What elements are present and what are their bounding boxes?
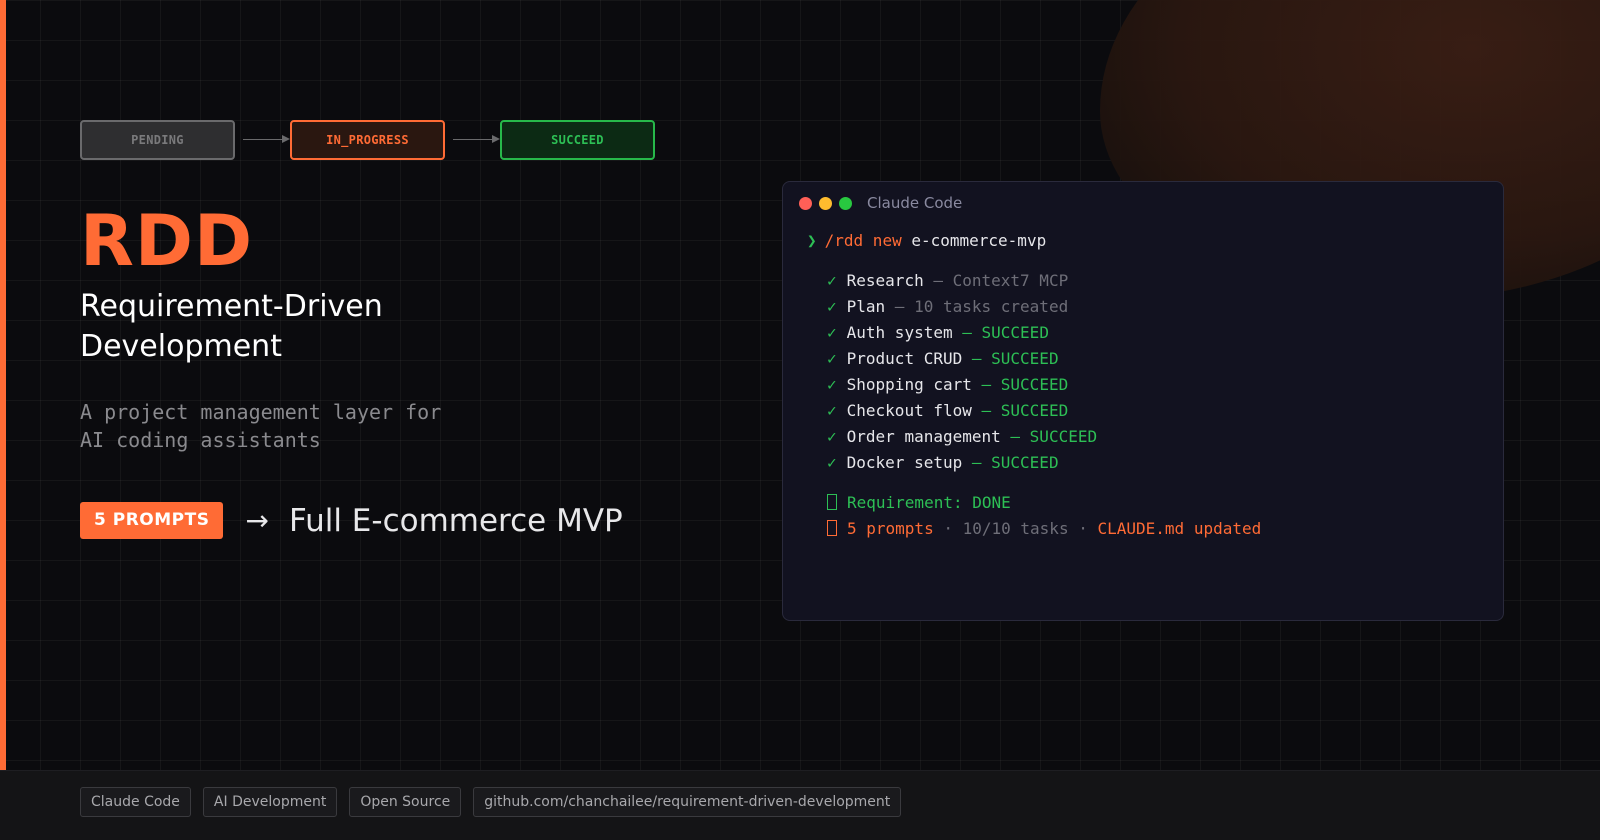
status-succeed: SUCCEED xyxy=(500,120,655,160)
task-separator: — xyxy=(971,401,1001,420)
status-box-icon xyxy=(827,494,837,510)
task-list: ✓ Research — Context7 MCP ✓ Plan — 10 task… xyxy=(807,268,1261,476)
prompts-badge: 5 PROMPTS xyxy=(80,502,224,539)
tag-open-source: Open Source xyxy=(349,787,462,817)
task-separator: — xyxy=(923,271,953,290)
check-icon: ✓ xyxy=(827,323,837,342)
check-icon: ✓ xyxy=(827,271,837,290)
check-icon: ✓ xyxy=(827,427,837,446)
terminal-window: Claude Code ❯ /rdd new e-commerce-mvp ✓ Re… xyxy=(782,181,1504,621)
summary-done: Requirement: DONE xyxy=(847,493,1011,512)
task-line: ✓ Product CRUD — SUCCEED xyxy=(827,346,1261,372)
terminal-title: Claude Code xyxy=(867,194,963,212)
task-name: Order management xyxy=(846,427,1001,446)
check-icon: ✓ xyxy=(827,401,837,420)
task-name: Checkout flow xyxy=(846,401,972,420)
task-status: SUCCEED xyxy=(981,323,1049,342)
page-subtitle: Requirement-Driven Development xyxy=(80,287,500,367)
task-line: ✓ Shopping cart — SUCCEED xyxy=(827,372,1261,398)
command-argument: e-commerce-mvp xyxy=(911,231,1047,250)
check-icon: ✓ xyxy=(827,375,837,394)
pipeline-arrow-icon xyxy=(235,135,290,143)
task-detail: Context7 MCP xyxy=(952,271,1069,290)
task-line: ✓ Checkout flow — SUCCEED xyxy=(827,398,1261,424)
tag-ai-development: AI Development xyxy=(202,787,338,817)
task-name: Research xyxy=(846,271,924,290)
close-dot-icon xyxy=(799,196,812,210)
task-name: Product CRUD xyxy=(846,349,963,368)
command: /rdd new xyxy=(824,231,902,250)
task-name: Auth system xyxy=(846,323,953,342)
task-status: SUCCEED xyxy=(1000,375,1069,394)
summary-claude: CLAUDE.md updated xyxy=(1097,519,1262,538)
check-icon: ✓ xyxy=(827,297,837,316)
prompts-result: Full E-commerce MVP xyxy=(288,502,623,539)
description: A project management layer for AI coding… xyxy=(80,398,441,454)
task-line: ✓ Research — Context7 MCP xyxy=(827,268,1261,294)
task-separator: — xyxy=(971,375,1001,394)
summary-separator: · xyxy=(933,519,963,538)
maximize-dot-icon xyxy=(839,196,852,210)
task-name: Shopping cart xyxy=(846,375,972,394)
status-pipeline: PENDING IN_PROGRESS SUCCEED xyxy=(80,120,655,160)
tag-github-url[interactable]: github.com/chanchailee/requirement-drive… xyxy=(473,787,902,817)
terminal-body: ❯ /rdd new e-commerce-mvp ✓ Research — Con… xyxy=(807,228,1261,542)
arrow-right-icon: → xyxy=(245,504,269,537)
task-line: ✓ Auth system — SUCCEED xyxy=(827,320,1261,346)
tag-list: Claude Code AI Development Open Source g… xyxy=(80,787,913,817)
subtitle-line: Requirement-Driven xyxy=(80,289,383,324)
task-status: SUCCEED xyxy=(1000,401,1069,420)
check-icon: ✓ xyxy=(827,453,837,472)
task-name: Plan xyxy=(846,297,886,316)
task-line: ✓ Docker setup — SUCCEED xyxy=(827,450,1261,476)
footer: Claude Code AI Development Open Source g… xyxy=(0,770,1600,840)
task-line: ✓ Order management — SUCCEED xyxy=(827,424,1261,450)
subtitle-line: Development xyxy=(80,329,282,364)
summary-stats-line: 5 prompts · 10/10 tasks · CLAUDE.md upda… xyxy=(827,516,1261,542)
task-status: SUCCEED xyxy=(1029,427,1098,446)
terminal-titlebar: Claude Code xyxy=(799,194,962,212)
tag-claude-code: Claude Code xyxy=(80,787,191,817)
task-detail: 10 tasks created xyxy=(914,297,1069,316)
task-separator: — xyxy=(885,297,915,316)
command-line: ❯ /rdd new e-commerce-mvp xyxy=(807,228,1261,254)
description-line: AI coding assistants xyxy=(80,428,321,452)
pipeline-arrow-icon xyxy=(445,135,500,143)
minimize-dot-icon xyxy=(819,196,832,210)
summary-done-line: Requirement: DONE xyxy=(827,490,1261,516)
task-separator: — xyxy=(962,349,992,368)
summary-tasks: 10/10 tasks xyxy=(962,519,1069,538)
prompt-chevron-icon: ❯ xyxy=(807,231,817,250)
check-icon: ✓ xyxy=(827,349,837,368)
task-status: SUCCEED xyxy=(991,453,1059,472)
prompts-callout: 5 PROMPTS → Full E-commerce MVP xyxy=(80,502,623,539)
summary-prompts: 5 prompts xyxy=(847,519,934,538)
left-accent-bar xyxy=(0,0,6,770)
summary-separator: · xyxy=(1068,519,1098,538)
task-name: Docker setup xyxy=(846,453,963,472)
page-title: RDD xyxy=(80,200,254,282)
status-box-icon xyxy=(827,520,837,536)
status-pending: PENDING xyxy=(80,120,235,160)
task-status: SUCCEED xyxy=(991,349,1059,368)
terminal-summary: Requirement: DONE 5 prompts · 10/10 task… xyxy=(807,490,1261,542)
task-separator: — xyxy=(952,323,982,342)
task-line: ✓ Plan — 10 tasks created xyxy=(827,294,1261,320)
description-line: A project management layer for xyxy=(80,400,442,424)
status-in-progress: IN_PROGRESS xyxy=(290,120,445,160)
task-separator: — xyxy=(962,453,992,472)
task-separator: — xyxy=(1000,427,1030,446)
